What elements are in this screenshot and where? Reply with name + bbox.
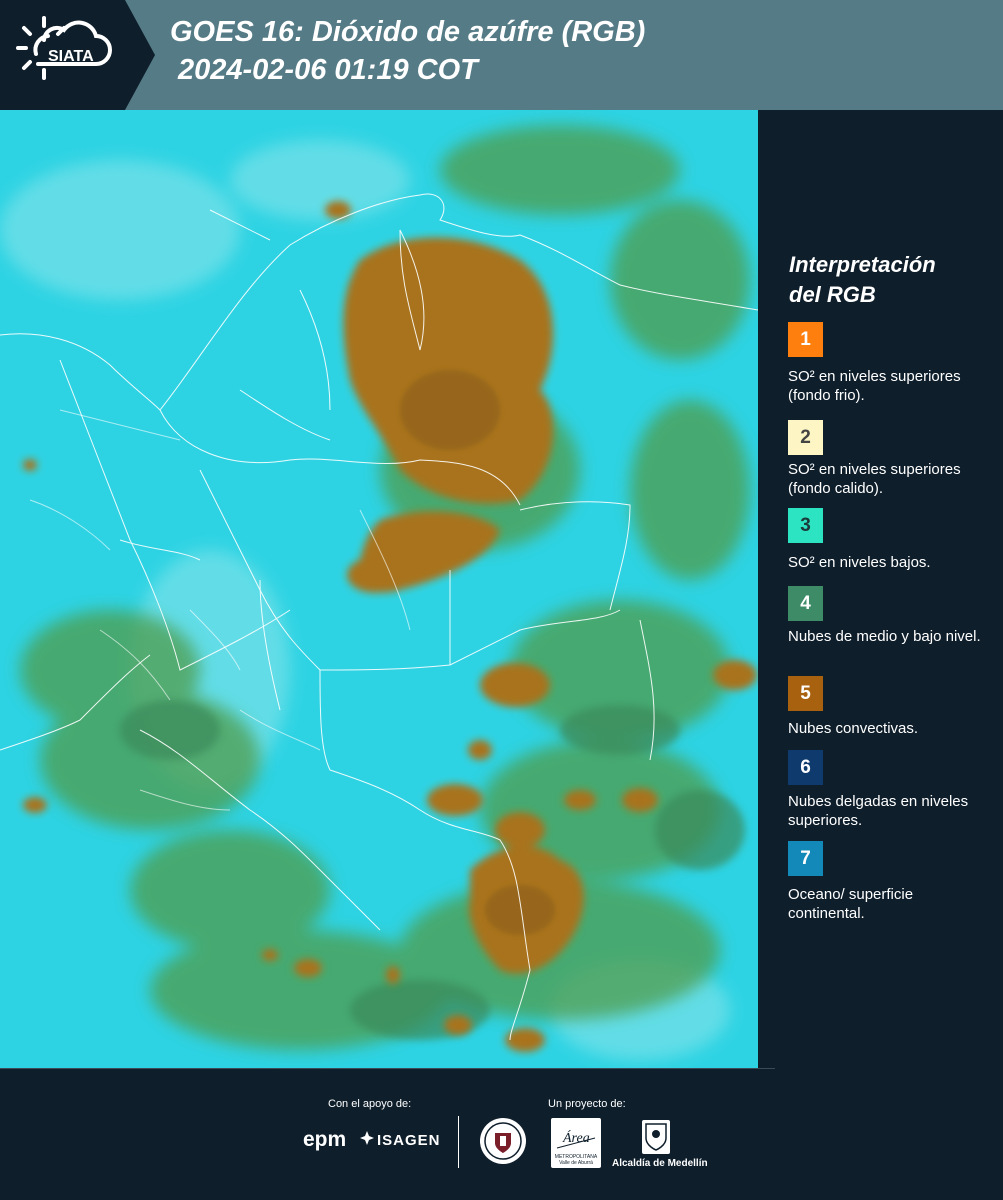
isagen-star-icon (360, 1131, 374, 1145)
legend-panel: Interpretación del RGB 1 SO² en niveles … (760, 110, 1003, 1070)
isagen-logo[interactable]: ISAGEN (377, 1132, 441, 1149)
legend-swatch-1: 1 (788, 322, 823, 357)
legend-swatch-7: 7 (788, 841, 823, 876)
siata-logo[interactable]: SIATA (0, 0, 155, 110)
timestamp-title: 2024-02-06 01:19 COT (178, 54, 478, 86)
legend-title-line2: del RGB (789, 282, 876, 307)
legend-label-4: Nubes de medio y bajo nivel. (788, 628, 981, 645)
footer-divider-line (0, 1068, 775, 1069)
project-label: Un proyecto de: (548, 1098, 626, 1110)
satellite-map[interactable] (0, 110, 758, 1068)
legend-swatch-2: 2 (788, 420, 823, 455)
legend-swatch-6: 6 (788, 750, 823, 785)
legend-swatch-5: 5 (788, 676, 823, 711)
epm-logo[interactable]: epm (303, 1128, 346, 1152)
legend-title: Interpretación del RGB (789, 250, 989, 310)
legend-swatch-4: 4 (788, 586, 823, 621)
medellin-seal-icon[interactable] (478, 1116, 528, 1166)
so2-rgb-imagery (0, 110, 758, 1068)
sun-cloud-icon: SIATA (16, 16, 112, 80)
alcaldia-emblem[interactable] (642, 1120, 670, 1154)
area-metropolitana-subtitle: METROPOLITANA Valle de Aburrá (554, 1154, 598, 1166)
header-bar: SIATA GOES 16: Dióxido de azúfre (RGB) 2… (0, 0, 1003, 110)
legend-label-6: Nubes delgadas en niveles superiores. (788, 793, 969, 829)
product-title: GOES 16: Dióxido de azúfre (RGB) (170, 16, 646, 48)
legend-title-line1: Interpretación (789, 252, 936, 277)
legend-label-5: Nubes convectivas. (788, 720, 919, 737)
svg-text:SIATA: SIATA (48, 48, 94, 65)
coat-of-arms-icon (645, 1123, 667, 1151)
footer: Con el apoyo de: Un proyecto de: epm ISA… (0, 1068, 1003, 1200)
legend-swatch-3: 3 (788, 508, 823, 543)
legend-label-2: SO² en niveles superiores (fondo calido)… (788, 461, 961, 497)
legend-label-7: Oceano/ superficie continental. (788, 886, 914, 922)
alcaldia-label: Alcaldía de Medellín (612, 1158, 708, 1169)
legend-label-1: SO² en niveles superiores (fondo frio). (788, 368, 961, 404)
footer-separator (458, 1116, 459, 1168)
support-label: Con el apoyo de: (328, 1098, 412, 1110)
legend-label-3: SO² en niveles bajos. (788, 554, 931, 571)
